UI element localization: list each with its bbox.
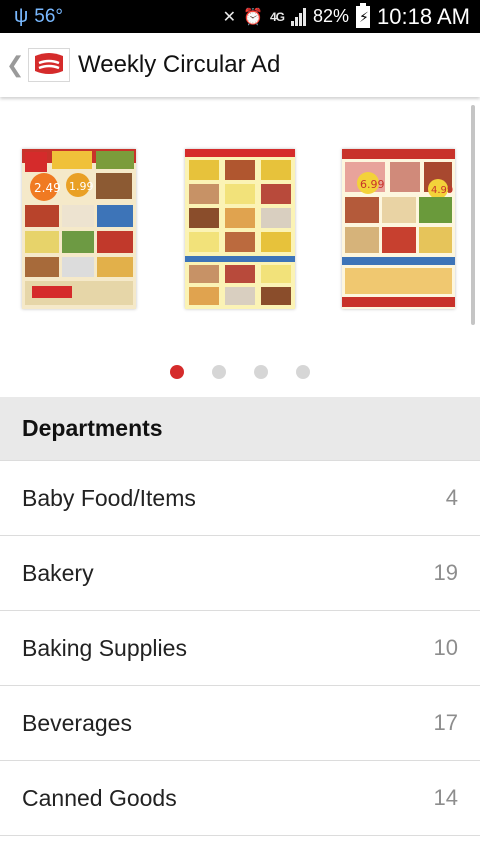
svg-text:4.99: 4.99 <box>431 185 453 196</box>
page-indicator <box>0 365 480 379</box>
mute-icon: ✕ <box>222 8 237 26</box>
page-indicator-dot-1[interactable] <box>170 365 184 379</box>
list-item-label: Beverages <box>22 709 132 736</box>
carousel-scrollbar[interactable] <box>471 105 475 325</box>
status-bar: ψ 56° ✕ ⏰ 4G 82% ⚡ 10:18 AM <box>0 0 480 33</box>
list-item-baby-food[interactable]: Baby Food/Items 4 <box>0 460 480 535</box>
svg-text:1.99: 1.99 <box>69 180 94 193</box>
list-item-bakery[interactable]: Bakery 19 <box>0 535 480 610</box>
list-item-count: 17 <box>433 710 458 735</box>
alarm-icon: ⏰ <box>243 8 263 26</box>
circular-page-2-thumbnail[interactable] <box>185 149 295 309</box>
svg-text:6.99: 6.99 <box>360 178 385 191</box>
list-item-baking-supplies[interactable]: Baking Supplies 10 <box>0 610 480 685</box>
list-item-label: Canned Goods <box>22 784 177 811</box>
clock: 10:18 AM <box>377 3 470 29</box>
departments-header: Departments <box>0 397 480 460</box>
departments-title: Departments <box>22 415 163 441</box>
battery-charging-icon: ⚡ <box>356 2 371 28</box>
departments-list: Baby Food/Items 4 Bakery 19 Baking Suppl… <box>0 460 480 836</box>
list-item-count: 4 <box>445 485 458 510</box>
app-bar: ❮ Weekly Circular Ad <box>0 33 480 97</box>
list-item-label: Bakery <box>22 559 94 586</box>
circular-page-1-thumbnail[interactable]: 2.49 1.99 <box>22 149 136 309</box>
list-item-count: 14 <box>433 785 458 810</box>
circular-page-3-thumbnail[interactable]: 6.99 4.99 <box>342 149 455 309</box>
circular-carousel[interactable]: 2.49 1.99 6.99 4.99 <box>0 97 480 397</box>
page-indicator-dot-2[interactable] <box>212 365 226 379</box>
page-indicator-dot-3[interactable] <box>254 365 268 379</box>
network-type: 4G <box>270 9 285 24</box>
list-item-count: 10 <box>433 635 458 660</box>
page-indicator-dot-4[interactable] <box>296 365 310 379</box>
list-item-beverages[interactable]: Beverages 17 <box>0 685 480 760</box>
svg-text:2.49: 2.49 <box>34 181 61 195</box>
list-item-count: 19 <box>433 560 458 585</box>
signal-icon <box>291 7 307 26</box>
chevron-left-icon[interactable]: ❮ <box>6 52 24 78</box>
list-item-label: Baby Food/Items <box>22 484 196 511</box>
stop-shop-logo[interactable] <box>28 48 70 82</box>
temperature-text: 56° <box>34 5 63 27</box>
usb-icon: ψ <box>14 5 29 27</box>
list-item-canned-goods[interactable]: Canned Goods 14 <box>0 760 480 836</box>
battery-percent: 82% <box>313 6 350 26</box>
page-title: Weekly Circular Ad <box>78 51 281 78</box>
list-item-label: Baking Supplies <box>22 634 187 661</box>
